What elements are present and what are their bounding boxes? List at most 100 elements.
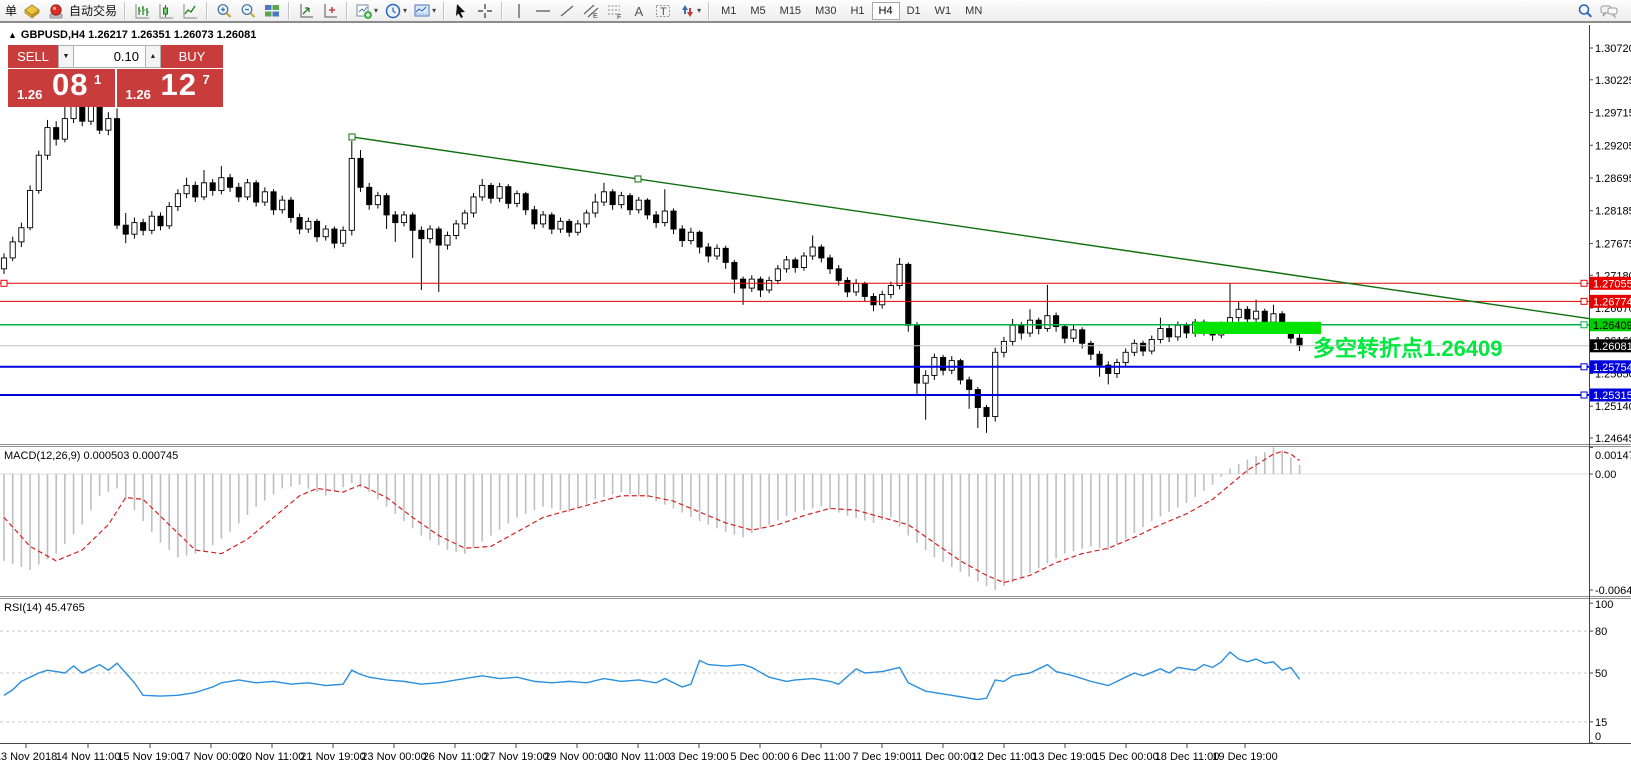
- svg-text:1.28185: 1.28185: [1595, 206, 1631, 218]
- channel-icon: E: [582, 2, 600, 20]
- autotrade-button[interactable]: 自动交易: [44, 1, 120, 21]
- timeframe-m1[interactable]: M1: [714, 2, 743, 20]
- vertical-line-tool[interactable]: [507, 1, 531, 21]
- svg-text:11 Dec 00:00: 11 Dec 00:00: [911, 751, 976, 763]
- channel-tool[interactable]: E: [579, 1, 603, 21]
- chart-profile-button[interactable]: [318, 1, 342, 21]
- zoom-in-button[interactable]: [212, 1, 236, 21]
- timeframe-mn[interactable]: MN: [958, 2, 989, 20]
- buy-price-small: 1.26: [126, 87, 151, 102]
- arrows-tool[interactable]: ▾: [675, 1, 704, 21]
- chart-canvas[interactable]: 多空转折点1.264091.307201.302251.297151.29205…: [0, 0, 1631, 769]
- timeframe-w1[interactable]: W1: [928, 2, 959, 20]
- toolbar-right-group: [1573, 1, 1621, 21]
- timeframe-m15[interactable]: M15: [773, 2, 808, 20]
- svg-text:20 Nov 11:00: 20 Nov 11:00: [240, 751, 305, 763]
- trade-prices-row: 1.26 08 1 1.26 12 7: [8, 69, 223, 107]
- text-tool[interactable]: A: [627, 1, 651, 21]
- volume-increase-button[interactable]: ▲: [145, 45, 161, 68]
- line-chart-mode-button[interactable]: [178, 1, 202, 21]
- yellow-package-icon: [23, 2, 41, 20]
- svg-text:29 Nov 00:00: 29 Nov 00:00: [544, 751, 609, 763]
- sell-price-big: 08: [52, 67, 88, 103]
- sell-button[interactable]: SELL: [8, 45, 58, 68]
- svg-text:14 Nov 11:00: 14 Nov 11:00: [56, 751, 121, 763]
- svg-text:E: E: [593, 13, 598, 20]
- new-chart-button[interactable]: [294, 1, 318, 21]
- svg-text:1.28695: 1.28695: [1595, 173, 1631, 185]
- svg-text:-0.00641: -0.00641: [1595, 585, 1631, 597]
- search-button[interactable]: [1573, 1, 1597, 21]
- crosshair-tool-button[interactable]: [473, 1, 497, 21]
- period-button[interactable]: ▾: [381, 1, 410, 21]
- timeframe-h1[interactable]: H1: [843, 2, 871, 20]
- toolbar-separator: [346, 2, 348, 20]
- chat-button[interactable]: [1597, 1, 1621, 21]
- chat-icon: [1599, 2, 1619, 20]
- new-order-button[interactable]: 单: [2, 1, 20, 21]
- svg-text:17 Nov 00:00: 17 Nov 00:00: [178, 751, 243, 763]
- timeframe-m30[interactable]: M30: [808, 2, 843, 20]
- svg-text:15: 15: [1595, 717, 1607, 729]
- add-indicator-icon: [355, 2, 373, 20]
- buy-price-box[interactable]: 1.26 12 7: [117, 69, 224, 107]
- new-chart-icon: [297, 2, 315, 20]
- timeframe-d1[interactable]: D1: [900, 2, 928, 20]
- cursor-tool-button[interactable]: [449, 1, 473, 21]
- bar-chart-icon: [133, 2, 151, 20]
- tile-windows-button[interactable]: [260, 1, 284, 21]
- autotrade-icon: [47, 2, 65, 20]
- volume-decrease-button[interactable]: ▼: [58, 45, 74, 68]
- toolbar-separator: [288, 2, 290, 20]
- cursor-icon: [452, 2, 470, 20]
- tile-windows-icon: [263, 2, 281, 20]
- horizontal-line-tool[interactable]: [531, 1, 555, 21]
- svg-text:F: F: [617, 14, 621, 20]
- expert-advisors-icon[interactable]: [20, 1, 44, 21]
- chart-profile-icon: [321, 2, 339, 20]
- zoom-out-button[interactable]: [236, 1, 260, 21]
- svg-text:13 Dec 19:00: 13 Dec 19:00: [1032, 751, 1097, 763]
- svg-text:6 Dec 11:00: 6 Dec 11:00: [792, 751, 851, 763]
- clock-icon: [384, 2, 402, 20]
- svg-text:0.00: 0.00: [1595, 469, 1616, 481]
- svg-text:MACD(12,26,9) 0.000503 0.00074: MACD(12,26,9) 0.000503 0.000745: [4, 450, 178, 462]
- svg-text:15 Dec 00:00: 15 Dec 00:00: [1093, 751, 1158, 763]
- sell-price-box[interactable]: 1.26 08 1: [8, 69, 115, 107]
- add-indicator-button[interactable]: ▾: [352, 1, 381, 21]
- timeframe-m5[interactable]: M5: [743, 2, 772, 20]
- svg-text:1.26081: 1.26081: [1593, 341, 1631, 353]
- toolbar-separator: [124, 2, 126, 20]
- timeframe-h4[interactable]: H4: [872, 2, 900, 20]
- template-button[interactable]: ▾: [410, 1, 439, 21]
- candlestick-icon: [157, 2, 175, 20]
- svg-text:13 Nov 2018: 13 Nov 2018: [0, 751, 57, 763]
- svg-text:1.25315: 1.25315: [1593, 390, 1631, 402]
- svg-text:1.26774: 1.26774: [1593, 296, 1631, 308]
- svg-text:12 Dec 11:00: 12 Dec 11:00: [972, 751, 1037, 763]
- svg-text:0.00147: 0.00147: [1595, 450, 1631, 462]
- candlestick-mode-button[interactable]: [154, 1, 178, 21]
- highlight-rect[interactable]: [1194, 322, 1321, 334]
- text-label-tool[interactable]: T: [651, 1, 675, 21]
- label-t-icon: T: [654, 2, 672, 20]
- svg-text:5 Dec 00:00: 5 Dec 00:00: [730, 751, 789, 763]
- svg-text:100: 100: [1595, 599, 1613, 611]
- svg-text:0: 0: [1595, 731, 1601, 743]
- timeframe-group: M1M5M15M30H1H4D1W1MN: [714, 2, 989, 20]
- bar-chart-mode-button[interactable]: [130, 1, 154, 21]
- buy-button-label: BUY: [179, 49, 206, 64]
- fibonacci-tool[interactable]: F: [603, 1, 627, 21]
- dropdown-caret: ▾: [697, 6, 701, 15]
- symbol-ohlc-line[interactable]: ▲ GBPUSD,H4 1.26217 1.26351 1.26073 1.260…: [8, 29, 256, 41]
- symbol-ohlc-text: GBPUSD,H4 1.26217 1.26351 1.26073 1.2608…: [21, 29, 256, 41]
- volume-input[interactable]: [74, 45, 145, 68]
- svg-text:1.29715: 1.29715: [1595, 108, 1631, 120]
- new-order-label: 单: [5, 2, 17, 19]
- buy-button[interactable]: BUY: [161, 45, 223, 68]
- trendline-tool[interactable]: [555, 1, 579, 21]
- collapse-triangle-icon: ▲: [8, 30, 17, 40]
- annotation-text[interactable]: 多空转折点1.26409: [1313, 336, 1503, 361]
- svg-text:RSI(14) 45.4765: RSI(14) 45.4765: [4, 602, 85, 614]
- dropdown-caret: ▾: [432, 6, 436, 15]
